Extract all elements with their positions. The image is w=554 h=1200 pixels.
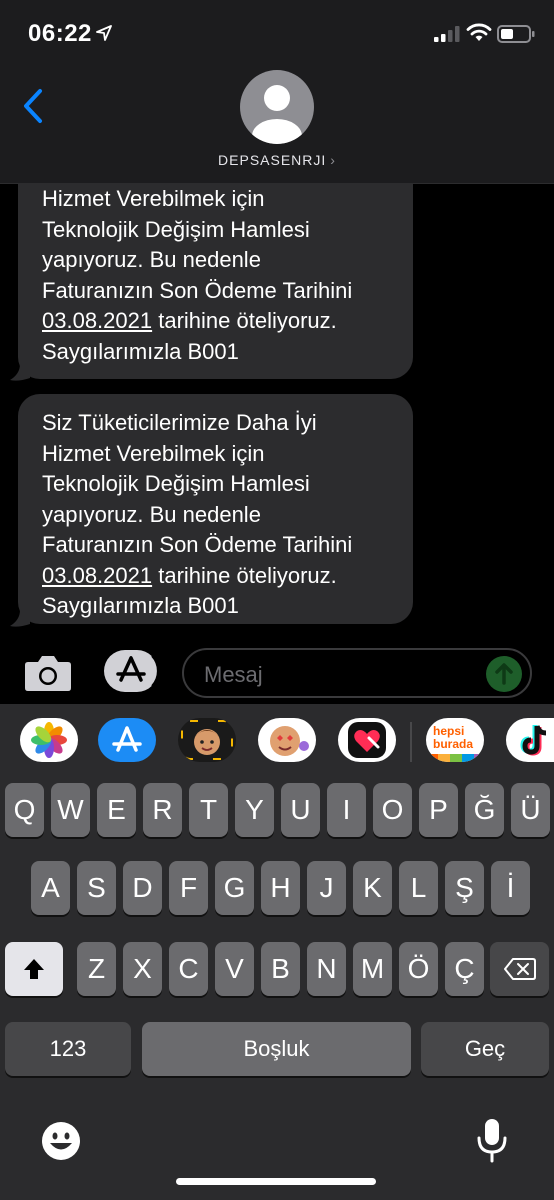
status-time: 06:22 [28, 20, 92, 47]
message-list[interactable]: Hizmet Verebilmek için Teknolojik Değişi… [0, 184, 554, 644]
cellular-signal-icon [434, 26, 460, 42]
app-store-button[interactable] [104, 650, 159, 692]
key-c-cedilla[interactable]: Ç [445, 942, 484, 996]
key-i-dotted[interactable]: İ [491, 861, 530, 915]
key-o-umlaut[interactable]: Ö [399, 942, 438, 996]
chevron-right-icon: › [330, 152, 336, 168]
key-b[interactable]: B [261, 942, 300, 996]
key-o[interactable]: O [373, 783, 412, 837]
key-x[interactable]: X [123, 942, 162, 996]
app-store-app-icon[interactable] [98, 718, 156, 762]
key-g[interactable]: G [215, 861, 254, 915]
hepsiburada-label-2: burada [433, 737, 473, 751]
memoji-app-icon[interactable] [178, 718, 236, 762]
message-line: Faturanızın Son Ödeme Tarihini [42, 532, 353, 557]
message-text: tarihine öteliyoruz. [152, 562, 337, 588]
key-a[interactable]: A [31, 861, 70, 915]
message-line: Saygılarımızla B001 [42, 593, 239, 618]
contact-avatar[interactable] [240, 70, 314, 144]
key-f[interactable]: F [169, 861, 208, 915]
key-c[interactable]: C [169, 942, 208, 996]
photos-app-icon[interactable] [20, 718, 78, 762]
key-h[interactable]: H [261, 861, 300, 915]
keyboard: Q W E R T Y U I O P Ğ Ü A S D F G H J K … [0, 780, 554, 1200]
message-line: Siz Tüketicilerimize Daha İyi [42, 410, 317, 435]
date-link[interactable]: 03.08.2021 [42, 563, 152, 588]
key-t[interactable]: T [189, 783, 228, 837]
key-i[interactable]: I [327, 783, 366, 837]
message-line: yapıyoruz. Bu nedenle [42, 501, 261, 527]
message-line: Faturanızın Son Ödeme Tarihini [42, 277, 353, 303]
send-button[interactable] [486, 656, 522, 692]
animoji-stickers-app-icon[interactable] [258, 718, 316, 762]
key-u[interactable]: U [281, 783, 320, 837]
conversation-header: DEPSASENRJI › [0, 70, 554, 184]
message-text: tarihine öteliyoruz. [152, 308, 337, 333]
person-silhouette-icon [252, 85, 302, 144]
message-input[interactable]: Mesaj [182, 648, 532, 698]
bubble-tail-icon [10, 610, 30, 627]
message-line: Teknolojik Değişim Hamlesi [42, 471, 310, 496]
key-w[interactable]: W [51, 783, 90, 837]
wifi-icon [466, 23, 492, 41]
message-input-placeholder: Mesaj [204, 662, 263, 687]
key-p[interactable]: P [419, 783, 458, 837]
battery-icon [497, 25, 535, 43]
location-arrow-icon [96, 25, 112, 41]
key-g-breve[interactable]: Ğ [465, 783, 504, 837]
backspace-icon [503, 958, 536, 980]
app-store-icon [116, 655, 159, 687]
message-line: Hizmet Verebilmek için [42, 186, 265, 211]
bubble-tail-icon [10, 364, 30, 381]
key-d[interactable]: D [123, 861, 162, 915]
drawer-divider [410, 722, 412, 762]
hepsiburada-app-icon[interactable]: hepsi burada [426, 718, 484, 762]
emoji-icon[interactable] [40, 1120, 82, 1162]
message-line: Teknolojik Değişim Hamlesi [42, 216, 310, 242]
digital-touch-app-icon[interactable] [338, 718, 396, 762]
back-chevron-icon[interactable] [20, 88, 46, 124]
message-line: Saygılarımızla B001 [42, 338, 239, 364]
key-s[interactable]: S [77, 861, 116, 915]
space-key[interactable]: Boşluk [142, 1022, 411, 1076]
key-q[interactable]: Q [5, 783, 44, 837]
contact-name-text: DEPSASENRJI [218, 152, 327, 168]
numbers-key[interactable]: 123 [5, 1022, 131, 1076]
message-line: Hizmet Verebilmek için [42, 440, 265, 466]
key-v[interactable]: V [215, 942, 254, 996]
key-n[interactable]: N [307, 942, 346, 996]
microphone-icon[interactable] [476, 1118, 508, 1164]
shift-key[interactable] [5, 942, 63, 996]
key-j[interactable]: J [307, 861, 346, 915]
key-l[interactable]: L [399, 861, 438, 915]
key-k[interactable]: K [353, 861, 392, 915]
contact-name[interactable]: DEPSASENRJI › [0, 152, 554, 168]
return-key[interactable]: Geç [421, 1022, 549, 1076]
message-line: yapıyoruz. Bu nedenle [42, 247, 261, 272]
shift-arrow-icon [24, 959, 44, 979]
arrow-up-icon [495, 663, 513, 685]
hepsiburada-label-1: hepsi [433, 724, 464, 738]
imessage-app-drawer: hepsi burada [0, 704, 554, 780]
message-bubble[interactable]: Hizmet Verebilmek için Teknolojik Değişi… [18, 184, 413, 379]
key-u-umlaut[interactable]: Ü [511, 783, 550, 837]
message-bubble[interactable]: Siz Tüketicilerimize Daha İyi Hizmet Ver… [18, 394, 413, 624]
tiktok-app-icon[interactable] [506, 718, 554, 762]
delete-key[interactable] [490, 942, 549, 996]
home-indicator[interactable] [176, 1178, 376, 1185]
date-link[interactable]: 03.08.2021 [42, 308, 152, 333]
key-y[interactable]: Y [235, 783, 274, 837]
key-s-cedilla[interactable]: Ş [445, 861, 484, 915]
key-e[interactable]: E [97, 783, 136, 837]
key-r[interactable]: R [143, 783, 182, 837]
key-m[interactable]: M [353, 942, 392, 996]
compose-bar: Mesaj [0, 644, 554, 704]
status-bar: 06:22 [0, 0, 554, 70]
camera-icon[interactable] [24, 654, 72, 692]
key-z[interactable]: Z [77, 942, 116, 996]
